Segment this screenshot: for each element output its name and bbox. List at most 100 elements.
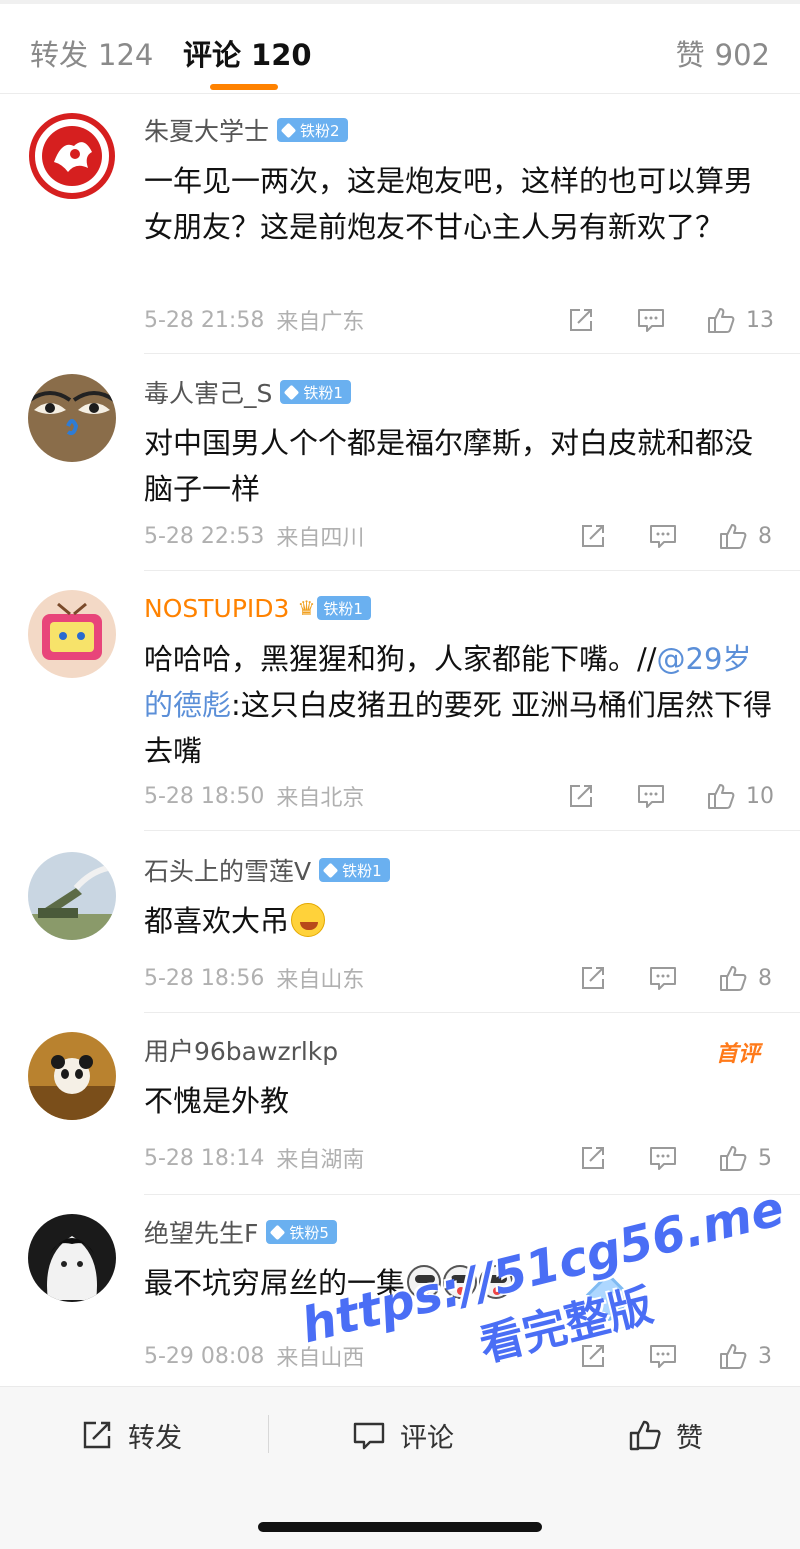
tab-comment-count: 120 bbox=[251, 38, 312, 72]
share-button[interactable] bbox=[566, 781, 596, 811]
avatar[interactable] bbox=[28, 852, 116, 940]
comment-button[interactable]: 评论 bbox=[352, 1417, 454, 1454]
comment-text: 对中国男人个个都是福尔摩斯，对白皮就和都没脑子一样 bbox=[144, 426, 754, 506]
share-icon bbox=[570, 785, 592, 807]
reply-button[interactable] bbox=[648, 1143, 678, 1173]
husky-emoji-icon bbox=[443, 1265, 478, 1299]
avatar[interactable] bbox=[28, 112, 116, 200]
comment-meta: 5-28 18:50 来自北京 10 bbox=[144, 778, 774, 814]
comment-actions: 10 bbox=[566, 778, 774, 814]
comment-meta: 5-28 18:14 来自湖南 5 bbox=[144, 1140, 774, 1176]
laughing-emoji-icon bbox=[291, 903, 326, 937]
avatar[interactable] bbox=[28, 1032, 116, 1120]
comment-item: 朱夏大学士 铁粉2 一年见一两次，这是炮友吧，这样的也可以算男女朋友？这是前炮友… bbox=[0, 112, 800, 354]
thumbs-up-icon bbox=[720, 524, 747, 549]
tab-repost-label: 转发 bbox=[30, 38, 89, 72]
comment-header: 用户96bawzrlkp bbox=[144, 1032, 338, 1068]
comment-text: 最不坑穷屌丝的一集 bbox=[144, 1260, 774, 1306]
reply-button[interactable] bbox=[648, 521, 678, 551]
like-button[interactable]: 13 bbox=[706, 305, 774, 335]
tab-like[interactable]: 赞 902 bbox=[676, 32, 770, 74]
comment-meta: 5-28 22:53 来自四川 8 bbox=[144, 518, 774, 554]
share-button[interactable] bbox=[578, 963, 608, 993]
share-icon bbox=[570, 309, 592, 331]
comment-time: 5-28 21:58 bbox=[144, 307, 265, 333]
comment-time: 5-28 18:50 bbox=[144, 783, 265, 809]
share-button[interactable] bbox=[578, 521, 608, 551]
tab-comment[interactable]: 评论 120 bbox=[183, 32, 312, 74]
thumbs-up-icon bbox=[708, 784, 735, 809]
username[interactable]: 毒人害己_S bbox=[144, 374, 272, 410]
comment-icon bbox=[638, 785, 664, 808]
share-button[interactable] bbox=[578, 1143, 608, 1173]
comment-item: 毒人害己_S 铁粉1 对中国男人个个都是福尔摩斯，对白皮就和都没脑子一样 5-2… bbox=[0, 374, 800, 571]
like-button[interactable]: 5 bbox=[718, 1143, 774, 1173]
username[interactable]: 绝望先生F bbox=[144, 1214, 258, 1250]
diamond-icon bbox=[284, 384, 300, 400]
like-button[interactable]: 8 bbox=[718, 521, 774, 551]
like-count: 5 bbox=[758, 1145, 772, 1171]
divider bbox=[144, 1194, 800, 1195]
home-indicator[interactable] bbox=[258, 1522, 542, 1532]
tab-repost[interactable]: 转发 124 bbox=[30, 32, 153, 74]
comment-label: 评论 bbox=[400, 1422, 454, 1454]
comment-icon bbox=[650, 1147, 676, 1170]
username[interactable]: 朱夏大学士 bbox=[144, 112, 269, 148]
reply-button[interactable] bbox=[648, 963, 678, 993]
reply-button[interactable] bbox=[648, 1341, 678, 1371]
comment-item: 绝望先生F 铁粉5 最不坑穷屌丝的一集 5-29 08:08 来自山西 3 bbox=[0, 1214, 800, 1384]
divider bbox=[144, 570, 800, 571]
repost-icon bbox=[83, 1421, 111, 1449]
avatar[interactable] bbox=[28, 374, 116, 462]
username[interactable]: 石头上的雪莲V bbox=[144, 852, 311, 888]
like-button[interactable]: 3 bbox=[718, 1341, 774, 1371]
divider bbox=[144, 1012, 800, 1013]
tab-bar: 转发 124 评论 120 赞 902 bbox=[0, 4, 800, 94]
tab-repost-count: 124 bbox=[98, 38, 154, 72]
share-icon bbox=[582, 1345, 604, 1367]
reply-button[interactable] bbox=[636, 305, 666, 335]
comment-icon bbox=[353, 1422, 385, 1450]
fan-badge-label: 铁粉1 bbox=[303, 383, 343, 402]
comment-meta: 5-29 08:08 来自山西 3 bbox=[144, 1338, 774, 1374]
tab-comment-label: 评论 bbox=[183, 38, 242, 72]
avatar[interactable] bbox=[28, 1214, 116, 1302]
username[interactable]: 用户96bawzrlkp bbox=[144, 1032, 338, 1068]
like-label: 赞 bbox=[676, 1422, 703, 1454]
comment-header: 绝望先生F 铁粉5 bbox=[144, 1214, 337, 1250]
fan-badge: 铁粉1 bbox=[319, 858, 390, 882]
thumbs-up-icon bbox=[720, 1146, 747, 1171]
comment-header: 朱夏大学士 铁粉2 bbox=[144, 112, 348, 148]
like-button[interactable]: 10 bbox=[706, 781, 774, 811]
username[interactable]: NOSTUPID3 bbox=[144, 594, 289, 623]
fan-badge: 铁粉1 bbox=[280, 380, 351, 404]
thumbs-up-icon bbox=[720, 1344, 747, 1369]
fan-badge-label: 铁粉5 bbox=[289, 1223, 329, 1242]
crown-icon: ♛ bbox=[297, 596, 316, 620]
avatar[interactable] bbox=[28, 590, 116, 678]
share-button[interactable] bbox=[578, 1341, 608, 1371]
comment-time: 5-28 22:53 bbox=[144, 523, 265, 549]
eyes-avatar-icon bbox=[28, 374, 116, 462]
share-button[interactable] bbox=[566, 305, 596, 335]
comment-item: 石头上的雪莲V 铁粉1 都喜欢大吊 5-28 18:56 来自山东 8 bbox=[0, 852, 800, 1013]
comment-location: 来自四川 bbox=[276, 526, 365, 551]
thumbs-up-icon bbox=[708, 308, 735, 333]
share-icon bbox=[582, 967, 604, 989]
panda-avatar-icon bbox=[28, 1032, 116, 1120]
repost-button[interactable]: 转发 bbox=[80, 1417, 182, 1454]
fan-badge-label: 铁粉2 bbox=[300, 121, 340, 140]
comment-item: 用户96bawzrlkp 首评 不愧是外教 5-28 18:14 来自湖南 5 bbox=[0, 1032, 800, 1195]
diamond-icon bbox=[280, 122, 297, 138]
like-button[interactable]: 8 bbox=[718, 963, 774, 993]
like-count: 10 bbox=[746, 783, 774, 809]
comment-header: NOSTUPID3 ♛ 铁粉1 bbox=[144, 590, 371, 626]
diamond-icon bbox=[270, 1224, 286, 1240]
tab-like-label: 赞 bbox=[675, 38, 705, 72]
fan-badge: 铁粉2 bbox=[277, 118, 348, 142]
reply-button[interactable] bbox=[636, 781, 666, 811]
like-button[interactable]: 赞 bbox=[628, 1417, 703, 1454]
rocket-launcher-avatar-icon bbox=[28, 852, 116, 940]
comment-location: 来自北京 bbox=[276, 786, 365, 811]
share-icon bbox=[582, 525, 604, 547]
